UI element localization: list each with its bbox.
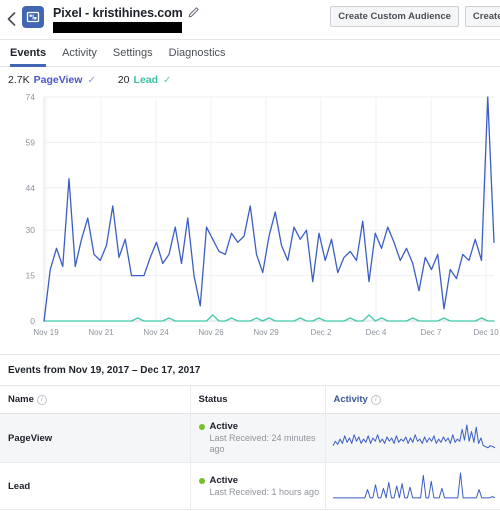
create-custom-audience-button[interactable]: Create Custom Audience — [330, 6, 459, 27]
info-icon-activity[interactable]: i — [370, 395, 381, 405]
table-row[interactable]: Lead Active Last Received: 1 hours ago — [0, 462, 500, 510]
column-header-name[interactable]: Name i — [0, 386, 191, 414]
tab-bar: Events Activity Settings Diagnostics — [0, 40, 500, 67]
svg-text:Dec 7: Dec 7 — [421, 328, 442, 337]
events-chart[interactable]: 0 15 30 44 59 74 Nov 19 Nov 21 Nov 24 Nov 26 Nov 2… — [0, 89, 500, 354]
status-last-received: Last Received: 24 minutes ago — [209, 433, 316, 454]
status-badge: Active Last Received: 24 minutes ago — [198, 421, 325, 455]
column-header-activity-label: Activity — [333, 394, 368, 405]
create-conversion-button[interactable]: Create C — [464, 6, 500, 27]
cell-event-activity — [325, 462, 500, 510]
column-header-name-label: Name — [8, 394, 34, 405]
legend-item-pageview[interactable]: 2.7K PageView ✓ — [8, 74, 96, 86]
legend-count-pageview: 2.7K — [8, 74, 30, 86]
events-chart-svg: 0 15 30 44 59 74 Nov 19 Nov 21 Nov 24 Nov 26 Nov 2… — [26, 92, 500, 337]
svg-text:74: 74 — [26, 92, 36, 102]
svg-text:Nov 29: Nov 29 — [253, 328, 279, 337]
legend-check-pageview-icon: ✓ — [87, 75, 96, 86]
sparkline-lead — [332, 472, 495, 499]
info-icon-name[interactable]: i — [36, 395, 47, 405]
tab-settings[interactable]: Settings — [113, 40, 153, 67]
event-name-label: PageView — [8, 432, 53, 444]
cell-event-name: PageView — [0, 413, 191, 463]
legend-label-lead: Lead — [133, 74, 159, 86]
svg-text:Dec 4: Dec 4 — [366, 328, 387, 337]
status-dot-icon — [198, 477, 205, 484]
status-text-block: Active Last Received: 24 minutes ago — [210, 421, 325, 455]
facebook-pixel-icon — [22, 6, 44, 28]
status-label: Active — [209, 474, 239, 486]
svg-text:59: 59 — [26, 137, 36, 147]
event-name-label: Lead — [8, 480, 31, 492]
tab-diagnostics[interactable]: Diagnostics — [169, 40, 226, 67]
status-label: Active — [209, 421, 239, 432]
tab-activity[interactable]: Activity — [62, 40, 97, 67]
column-header-status-label: Status — [198, 394, 228, 405]
svg-text:Nov 26: Nov 26 — [198, 328, 224, 337]
page-title: Pixel - kristihines.com — [53, 5, 183, 20]
events-table-header-row: Name i Status Activity i — [0, 386, 500, 414]
svg-text:Nov 24: Nov 24 — [143, 328, 169, 337]
status-badge: Active Last Received: 1 hours ago — [198, 475, 325, 498]
events-table: Name i Status Activity i PageView Active… — [0, 386, 500, 510]
status-text-block: Active Last Received: 1 hours ago — [210, 475, 320, 498]
pixel-glyph-icon — [26, 11, 40, 23]
cell-event-name: Lead — [0, 462, 191, 510]
events-table-head: Name i Status Activity i — [0, 386, 500, 414]
events-table-section: Events from Nov 19, 2017 – Dec 17, 2017 … — [0, 354, 500, 510]
page-header: Pixel - kristihines.com Create Custom Au… — [0, 0, 500, 40]
status-dot-icon — [198, 424, 205, 430]
column-header-status[interactable]: Status — [190, 386, 326, 414]
pencil-glyph-icon — [188, 7, 199, 18]
redacted-pixel-id — [53, 22, 182, 33]
chart-legend: 2.7K PageView ✓ 20 Lead ✓ — [0, 67, 500, 89]
header-action-buttons: Create Custom Audience Create C — [330, 6, 500, 27]
cell-event-status: Active Last Received: 1 hours ago — [190, 462, 326, 510]
table-row[interactable]: PageView Active Last Received: 24 minute… — [0, 413, 500, 463]
cell-event-status: Active Last Received: 24 minutes ago — [190, 413, 326, 463]
pencil-icon[interactable] — [188, 7, 199, 18]
svg-text:Nov 21: Nov 21 — [88, 328, 114, 337]
legend-label-pageview: PageView — [33, 74, 83, 86]
svg-text:Dec 2: Dec 2 — [311, 328, 332, 337]
svg-text:44: 44 — [26, 183, 36, 193]
events-date-range-caption: Events from Nov 19, 2017 – Dec 17, 2017 — [0, 355, 500, 386]
svg-text:0: 0 — [30, 316, 35, 326]
chevron-left-icon — [7, 12, 15, 26]
svg-text:Dec 10: Dec 10 — [473, 328, 499, 337]
cell-event-activity — [325, 413, 500, 463]
legend-item-lead[interactable]: 20 Lead ✓ — [118, 74, 172, 86]
svg-text:15: 15 — [26, 271, 36, 281]
column-header-activity[interactable]: Activity i — [325, 386, 500, 414]
sparkline-pageview — [332, 424, 495, 449]
events-table-body: PageView Active Last Received: 24 minute… — [0, 413, 500, 510]
legend-count-lead: 20 — [117, 74, 130, 86]
status-last-received: Last Received: 1 hours ago — [209, 486, 320, 497]
legend-check-lead-icon: ✓ — [163, 75, 172, 86]
svg-text:30: 30 — [26, 225, 36, 235]
svg-text:Nov 19: Nov 19 — [33, 328, 59, 337]
tab-events[interactable]: Events — [10, 40, 47, 67]
back-button[interactable] — [0, 4, 22, 34]
